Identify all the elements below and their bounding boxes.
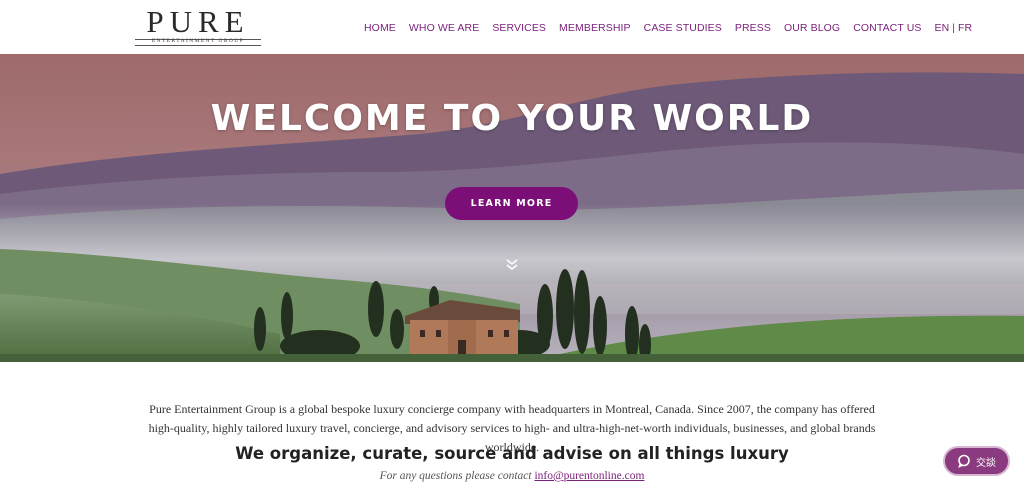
hero-title: WELCOME TO YOUR WORLD	[210, 98, 814, 139]
nav-membership[interactable]: MEMBERSHIP	[559, 20, 631, 36]
brand-logo[interactable]: PURE ENTERTAINMENT GROUP	[135, 6, 261, 46]
lang-separator: |	[952, 22, 956, 34]
language-switcher: EN | FR	[934, 20, 972, 36]
double-chevron-down-icon[interactable]	[505, 258, 519, 272]
nav-our-blog[interactable]: OUR BLOG	[784, 20, 840, 36]
nav-contact-us[interactable]: CONTACT US	[853, 20, 921, 36]
main-nav: HOME WHO WE ARE SERVICES MEMBERSHIP CASE…	[364, 20, 972, 36]
nav-press[interactable]: PRESS	[735, 20, 771, 36]
chat-bubble-icon	[958, 454, 970, 468]
chat-widget-button[interactable]: 交談	[943, 446, 1010, 476]
contact-email-link[interactable]: info@purentonline.com	[534, 470, 644, 482]
nav-who-we-are[interactable]: WHO WE ARE	[409, 20, 479, 36]
learn-more-button[interactable]: LEARN MORE	[445, 187, 578, 220]
nav-case-studies[interactable]: CASE STUDIES	[644, 20, 722, 36]
lang-en-link[interactable]: EN	[934, 20, 949, 36]
logo-subtitle: ENTERTAINMENT GROUP	[151, 38, 245, 44]
logo-rule	[135, 45, 261, 46]
logo-wordmark: PURE	[146, 4, 250, 39]
site-header: PURE ENTERTAINMENT GROUP HOME WHO WE ARE…	[0, 0, 1024, 54]
hero-banner: WELCOME TO YOUR WORLD LEARN MORE	[0, 54, 1024, 362]
nav-services[interactable]: SERVICES	[492, 20, 546, 36]
chat-label: 交談	[976, 457, 996, 469]
nav-home[interactable]: HOME	[364, 20, 396, 36]
tagline-heading: We organize, curate, source and advise o…	[235, 444, 789, 463]
lang-fr-link[interactable]: FR	[958, 20, 972, 36]
contact-line: For any questions please contact info@pu…	[0, 470, 1024, 482]
contact-prefix: For any questions please contact	[379, 470, 532, 482]
